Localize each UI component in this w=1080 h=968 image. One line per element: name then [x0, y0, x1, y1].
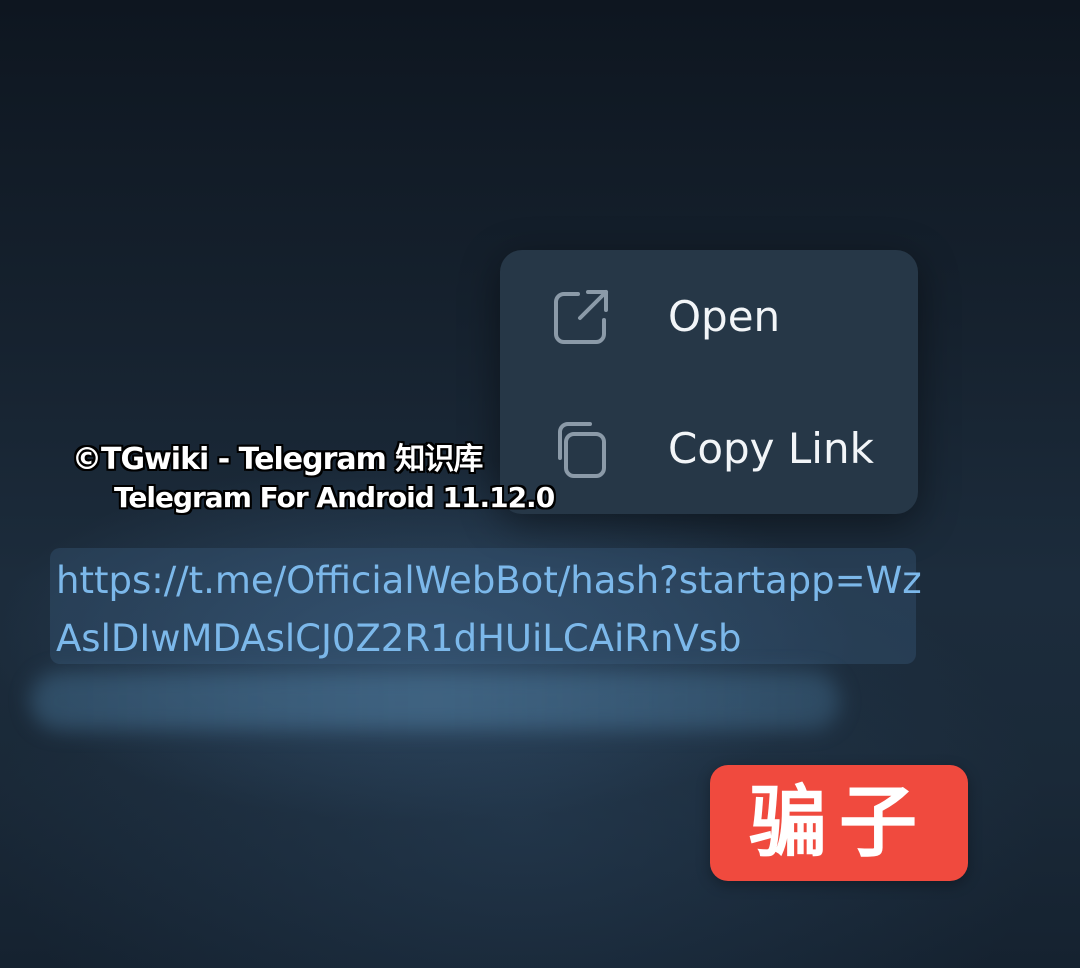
menu-item-copy-link-label: Copy Link — [668, 424, 874, 473]
menu-item-open-label: Open — [668, 292, 781, 341]
watermark-line1: ©TGwiki - Telegram 知识库 — [72, 442, 483, 477]
watermark-line2: Telegram For Android 11.12.0 — [114, 481, 555, 514]
scam-stamp: 骗子 — [710, 765, 968, 881]
copy-icon — [550, 418, 612, 480]
context-menu: Open Copy Link — [500, 250, 918, 514]
menu-item-open[interactable]: Open — [500, 250, 918, 382]
menu-item-copy-link[interactable]: Copy Link — [500, 382, 918, 514]
message-link[interactable]: https://t.me/OfficialWebBot/hash?startap… — [56, 552, 926, 668]
redacted-text — [30, 672, 840, 730]
watermark: ©TGwiki - Telegram 知识库 Telegram For Andr… — [72, 440, 555, 516]
external-link-icon — [550, 286, 612, 348]
